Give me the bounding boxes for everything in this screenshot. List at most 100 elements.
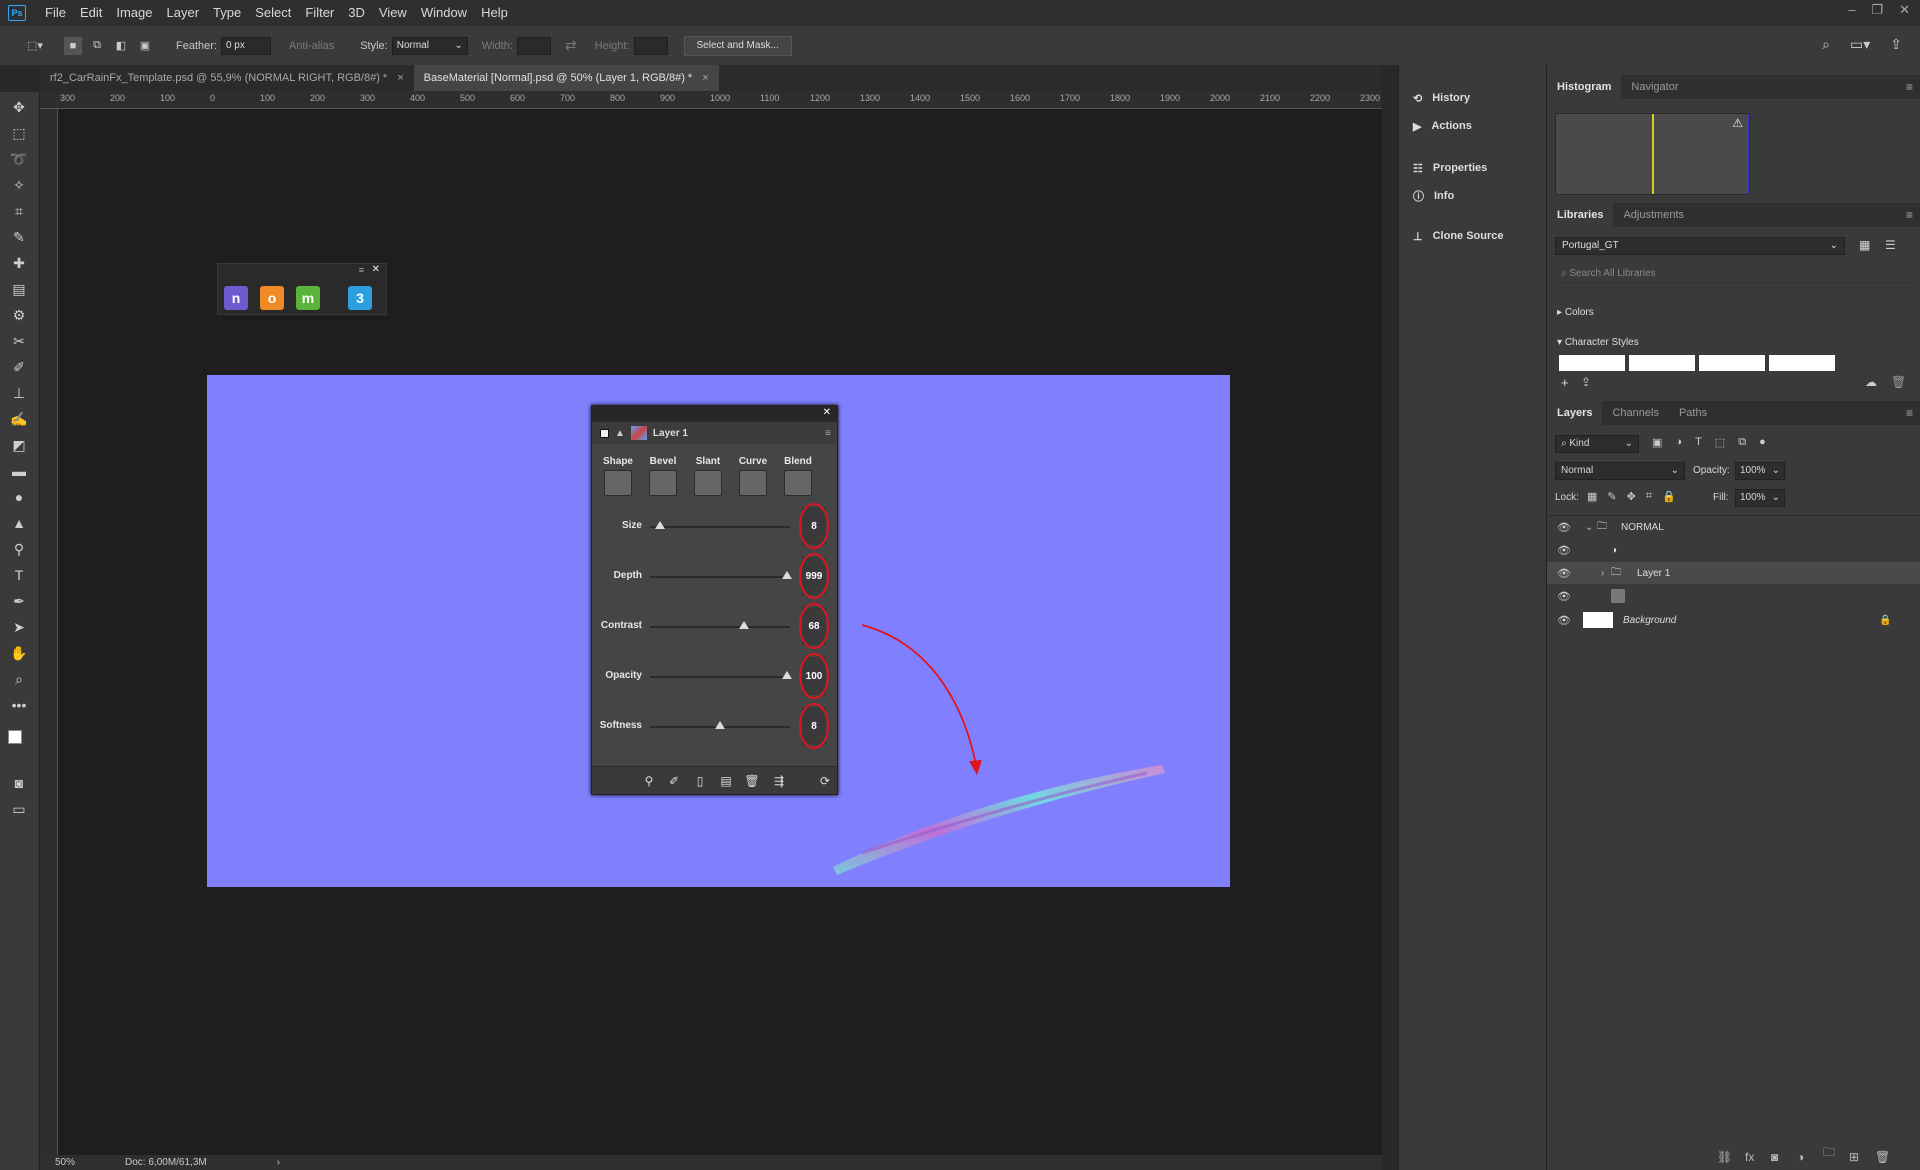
- filter-kind-select[interactable]: ⌕ Kind ⌄: [1555, 435, 1639, 453]
- panel-menu-icon[interactable]: ≡: [359, 265, 364, 275]
- search-icon[interactable]: ⌕: [1822, 36, 1830, 53]
- sharpen-tool-icon[interactable]: ▲: [8, 512, 30, 534]
- layer-row-normal-group[interactable]: 👁 ⌄ 🗀 NORMAL: [1547, 516, 1920, 538]
- adjustment-filter-icon[interactable]: ◑: [1675, 436, 1682, 449]
- lock-pixels-icon[interactable]: ▦: [1587, 490, 1597, 503]
- menu-edit[interactable]: Edit: [73, 5, 109, 20]
- fp-tab-curve-icon[interactable]: [739, 470, 767, 496]
- chevron-right-icon[interactable]: ›: [1601, 568, 1604, 579]
- share-icon[interactable]: ⇪: [1890, 36, 1902, 53]
- magic-wand-icon[interactable]: ✧: [8, 174, 30, 196]
- panel-menu-icon[interactable]: ≡: [1906, 406, 1913, 420]
- height-input[interactable]: [633, 36, 668, 55]
- color-swatches[interactable]: [6, 722, 32, 756]
- pick-icon[interactable]: ⚲: [642, 774, 656, 788]
- style-swatch[interactable]: [1699, 355, 1765, 371]
- new-layer-icon[interactable]: ⊞: [1849, 1150, 1859, 1164]
- add-icon[interactable]: +: [1561, 375, 1569, 390]
- tab-channels[interactable]: Channels: [1602, 401, 1668, 425]
- close-icon[interactable]: ✕: [372, 264, 380, 275]
- trash-icon[interactable]: 🗑: [744, 774, 759, 788]
- brush-tool-icon[interactable]: ✐: [8, 356, 30, 378]
- fp-slider-contrast[interactable]: [650, 621, 790, 629]
- tab-navigator[interactable]: Navigator: [1621, 75, 1688, 99]
- tab-libraries[interactable]: Libraries: [1547, 203, 1614, 227]
- fp-tab-bevel[interactable]: Bevel: [643, 456, 683, 467]
- width-input[interactable]: [516, 36, 551, 55]
- more-tools-icon[interactable]: •••: [8, 694, 30, 716]
- close-icon[interactable]: ×: [702, 72, 708, 84]
- path-selection-icon[interactable]: ➤: [8, 616, 30, 638]
- upload-icon[interactable]: ⇪: [1581, 375, 1591, 389]
- save-icon[interactable]: ▤: [719, 774, 733, 788]
- image-filter-icon[interactable]: ▣: [1652, 436, 1662, 449]
- menu-window[interactable]: Window: [414, 5, 474, 20]
- crop-tool-icon[interactable]: ⌗: [8, 200, 30, 222]
- foreground-color[interactable]: [8, 730, 22, 744]
- shape-filter-icon[interactable]: ⬚: [1715, 436, 1725, 449]
- opacity-input[interactable]: 100% ⌄: [1735, 462, 1785, 480]
- feather-input[interactable]: 0 px: [220, 36, 271, 55]
- menu-3d[interactable]: 3D: [341, 5, 372, 20]
- library-select[interactable]: Portugal_GT ⌄: [1555, 237, 1845, 255]
- style-swatch[interactable]: [1559, 355, 1625, 371]
- eye-icon[interactable]: 👁: [1557, 614, 1571, 627]
- zoom-level[interactable]: 50%: [55, 1157, 75, 1168]
- section-character-styles[interactable]: ▾ Character Styles: [1557, 337, 1639, 348]
- lock-position-icon[interactable]: ✥: [1627, 490, 1636, 503]
- link-layers-icon[interactable]: ⛓: [1717, 1150, 1732, 1164]
- menu-file[interactable]: File: [38, 5, 73, 20]
- close-icon[interactable]: ✕: [823, 407, 831, 418]
- plugin-m-icon[interactable]: m: [296, 286, 320, 310]
- lock-icon[interactable]: 🔒: [1879, 615, 1891, 626]
- fp-tab-curve[interactable]: Curve: [733, 456, 773, 467]
- smart-object-filter-icon[interactable]: ⧉: [1738, 436, 1746, 449]
- fp-tab-slant-icon[interactable]: [694, 470, 722, 496]
- fill-input[interactable]: 100% ⌄: [1735, 489, 1785, 507]
- slider-thumb[interactable]: [654, 521, 665, 529]
- history-brush-icon[interactable]: ✍: [8, 408, 30, 430]
- lock-paint-icon[interactable]: ✎: [1607, 490, 1616, 503]
- screen-mode-icon[interactable]: ▭: [8, 798, 30, 820]
- fp-slider-softness[interactable]: [650, 721, 790, 729]
- fp-tab-shape-icon[interactable]: [604, 470, 632, 496]
- fp-tab-blend[interactable]: Blend: [778, 456, 818, 467]
- subtract-selection-icon[interactable]: ◧: [112, 37, 130, 55]
- menu-layer[interactable]: Layer: [160, 5, 207, 20]
- tab-carrainfx-template[interactable]: rf2_CarRainFx_Template.psd @ 55,9% (NORM…: [40, 65, 414, 91]
- fp-tab-bevel-icon[interactable]: [649, 470, 677, 496]
- dock-info[interactable]: ⓘ Info: [1399, 183, 1547, 209]
- chevron-right-icon[interactable]: ›: [277, 1157, 280, 1168]
- refresh-icon[interactable]: ⟳: [818, 774, 832, 788]
- select-and-mask-button[interactable]: Select and Mask...: [683, 35, 792, 56]
- section-colors[interactable]: ▸ Colors: [1557, 307, 1594, 318]
- swap-icon[interactable]: ⇄: [565, 37, 577, 54]
- pen-tool-icon[interactable]: ✒: [8, 590, 30, 612]
- intersect-selection-icon[interactable]: ▣: [136, 37, 154, 55]
- quick-mask-icon[interactable]: ◙: [8, 772, 30, 794]
- tab-histogram[interactable]: Histogram: [1547, 75, 1622, 99]
- collapse-icon[interactable]: ▲: [615, 428, 625, 439]
- plugin-n-icon[interactable]: n: [224, 286, 248, 310]
- slider-thumb[interactable]: [739, 621, 750, 629]
- fp-tab-blend-icon[interactable]: [784, 470, 812, 496]
- menu-type[interactable]: Type: [206, 5, 248, 20]
- slider-thumb[interactable]: [782, 671, 792, 679]
- library-search[interactable]: ⌕ Search All Libraries: [1555, 265, 1913, 283]
- fp-slider-depth[interactable]: [650, 571, 792, 579]
- menu-help[interactable]: Help: [474, 5, 515, 20]
- close-icon[interactable]: ✕: [1899, 2, 1910, 18]
- lasso-tool-icon[interactable]: ➰: [8, 148, 30, 170]
- panel-menu-icon[interactable]: ≡: [1906, 208, 1913, 222]
- zoom-tool-icon[interactable]: ⌕: [8, 668, 30, 690]
- marquee-preset-icon[interactable]: ⬚▾: [20, 37, 50, 55]
- type-filter-icon[interactable]: T: [1695, 436, 1702, 449]
- menu-image[interactable]: Image: [109, 5, 159, 20]
- ruler-tool-icon[interactable]: ▤: [8, 278, 30, 300]
- stamp-tool-icon[interactable]: ⊥: [8, 382, 30, 404]
- eye-icon[interactable]: 👁: [1557, 590, 1571, 603]
- layer-row-adjustment[interactable]: 👁 ◑: [1547, 539, 1920, 561]
- close-icon[interactable]: ×: [397, 72, 403, 84]
- tab-basematerial[interactable]: BaseMaterial [Normal].psd @ 50% (Layer 1…: [413, 65, 719, 91]
- visibility-icon[interactable]: [600, 428, 609, 438]
